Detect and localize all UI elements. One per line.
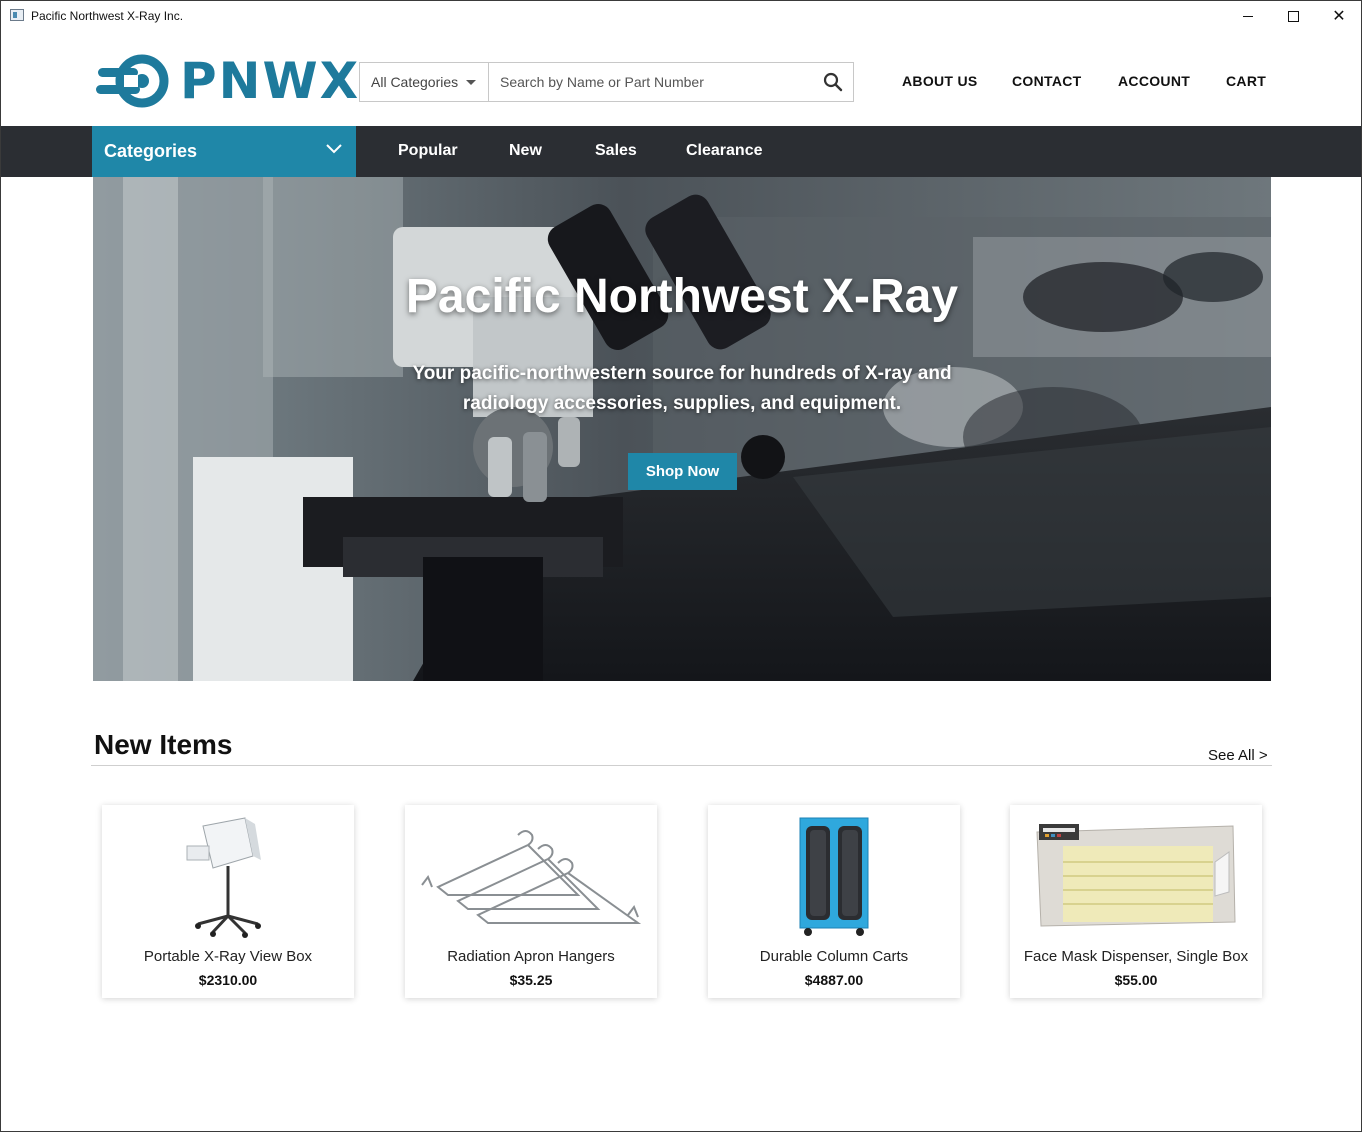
- product-image: [708, 813, 960, 941]
- hero-banner: Pacific Northwest X-Ray Your pacific-nor…: [93, 177, 1271, 681]
- search-input[interactable]: [489, 63, 813, 101]
- apron-hangers-icon: [421, 830, 642, 924]
- product-name: Durable Column Carts: [759, 948, 909, 965]
- navbar-popular[interactable]: Popular: [398, 142, 458, 160]
- navbar-new[interactable]: New: [509, 142, 542, 160]
- search-button[interactable]: [813, 63, 853, 101]
- site-logo[interactable]: PNWX: [96, 53, 360, 109]
- nav-contact[interactable]: CONTACT: [1012, 73, 1082, 89]
- search-bar: All Categories: [359, 62, 854, 102]
- product-name: Portable X-Ray View Box: [143, 948, 313, 965]
- caret-down-icon: [466, 80, 476, 85]
- logo-mark-icon: [96, 54, 169, 108]
- product-image: [1010, 813, 1262, 941]
- product-card[interactable]: Radiation Apron Hangers $35.25: [405, 805, 657, 998]
- category-select-value: All Categories: [371, 74, 459, 90]
- column-cart-icon: [799, 817, 869, 936]
- search-icon: [823, 72, 843, 92]
- product-image: [102, 813, 354, 941]
- navbar-sales[interactable]: Sales: [595, 142, 637, 160]
- chevron-down-icon: [326, 144, 342, 154]
- category-select[interactable]: All Categories: [360, 63, 489, 101]
- logo-text: PNWX: [180, 52, 361, 110]
- product-price: $55.00: [1114, 972, 1158, 988]
- navbar-clearance[interactable]: Clearance: [686, 142, 763, 160]
- nav-account[interactable]: ACCOUNT: [1118, 73, 1190, 89]
- app-icon: [10, 9, 24, 21]
- close-button[interactable]: ✕: [1316, 1, 1362, 31]
- minimize-button[interactable]: [1225, 1, 1271, 31]
- product-image: [405, 813, 657, 941]
- product-card[interactable]: Durable Column Carts $4887.00: [708, 805, 960, 998]
- product-price: $2310.00: [198, 972, 258, 988]
- product-price: $4887.00: [804, 972, 864, 988]
- categories-label: Categories: [104, 141, 198, 161]
- hero-microscope-image: [93, 177, 1271, 681]
- hero-subtitle: Your pacific-northwestern source for hun…: [412, 363, 952, 414]
- site-header: PNWX All Categories ABOUT US CONTACT ACC…: [1, 31, 1361, 126]
- nav-cart[interactable]: CART: [1226, 73, 1266, 89]
- new-items-heading: New Items: [94, 729, 233, 760]
- nav-about-us[interactable]: ABOUT US: [902, 73, 978, 89]
- product-price: $35.25: [509, 972, 553, 988]
- maximize-button[interactable]: [1270, 1, 1316, 31]
- section-divider: [91, 765, 1272, 766]
- shop-now-button[interactable]: Shop Now: [628, 453, 737, 490]
- product-card[interactable]: Portable X-Ray View Box $2310.00: [102, 805, 354, 998]
- window-title: Pacific Northwest X-Ray Inc.: [31, 9, 184, 23]
- category-navbar: Categories Popular New Sales Clearance: [1, 126, 1361, 177]
- product-name: Radiation Apron Hangers: [447, 948, 615, 965]
- window-titlebar: Pacific Northwest X-Ray Inc. ✕: [1, 1, 1361, 31]
- product-name: Face Mask Dispenser, Single Box: [1023, 948, 1249, 965]
- mask-dispenser-icon: [1036, 824, 1236, 927]
- product-card[interactable]: Face Mask Dispenser, Single Box $55.00: [1010, 805, 1262, 998]
- view-box-stand-icon: [186, 817, 261, 938]
- hero-title: Pacific Northwest X-Ray: [405, 270, 959, 323]
- categories-dropdown[interactable]: Categories: [92, 126, 356, 177]
- see-all-link[interactable]: See All >: [1208, 747, 1268, 764]
